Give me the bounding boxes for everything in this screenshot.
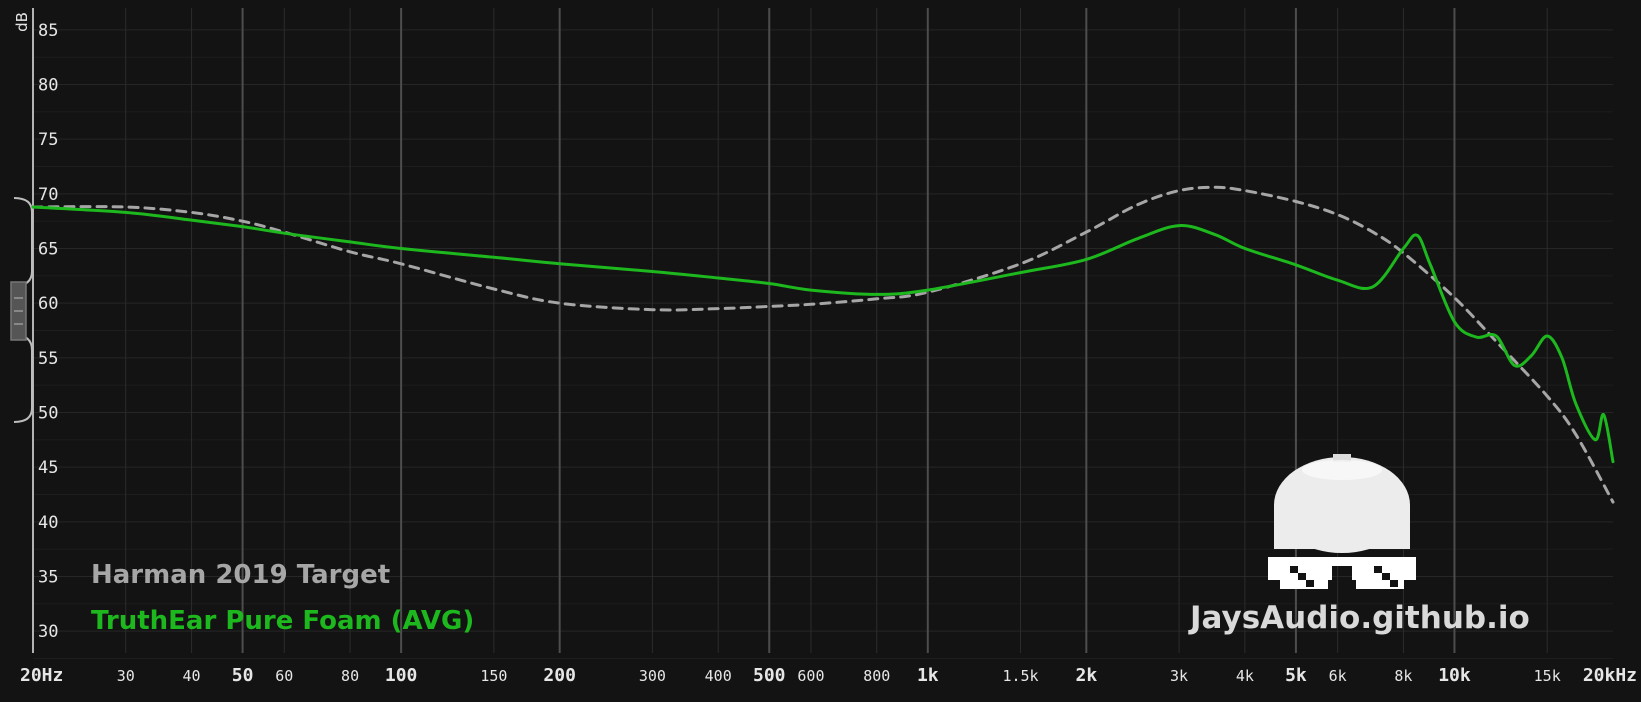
x-tick-label: 80 (341, 667, 359, 685)
x-tick-label: 15k (1534, 667, 1561, 685)
x-tick-label: 150 (480, 667, 507, 685)
x-tick-label: 100 (385, 665, 418, 686)
x-tick-label: 2k (1075, 665, 1097, 686)
cap-and-pixel-sunglasses-icon (1268, 454, 1416, 589)
x-tick-label: 1k (917, 665, 939, 686)
frequency-response-chart: 20Hz 30 40 50 60 80 100 150 200 300 400 500 600 800 1k… (10, 8, 1637, 686)
curves (31, 185, 1615, 504)
y-tick-label: 75 (38, 130, 58, 150)
x-tick-label: 8k (1394, 667, 1412, 685)
x-tick-label: 600 (797, 667, 824, 685)
x-tick-label: 800 (863, 667, 890, 685)
y-tick-label: 60 (38, 294, 58, 314)
y-tick-label: 65 (38, 240, 58, 260)
x-tick-label: 500 (753, 665, 786, 686)
x-tick-label: 60 (275, 667, 293, 685)
y-tick-label: 45 (38, 458, 58, 478)
x-tick-label: 40 (183, 667, 201, 685)
y-tick-label: 85 (38, 21, 58, 41)
x-tick-label: 300 (639, 667, 666, 685)
x-tick-label: 20Hz (20, 665, 63, 686)
y-tick-label: 80 (38, 76, 58, 96)
x-tick-label: 400 (705, 667, 732, 685)
scale-handle[interactable] (10, 197, 33, 423)
x-tick-label: 4k (1236, 667, 1254, 685)
legend-entry-target[interactable]: Harman 2019 Target (91, 560, 390, 590)
y-tick-label: 55 (38, 349, 58, 369)
y-tick-label: 30 (38, 622, 58, 642)
x-tick-label: 30 (117, 667, 135, 685)
y-tick-label: 70 (38, 185, 58, 205)
y-tick-label: 50 (38, 403, 58, 423)
watermark-logo (1268, 454, 1416, 589)
measurement-curve (31, 205, 1615, 464)
legend-entry-iem[interactable]: TruthEar Pure Foam (AVG) (91, 606, 474, 636)
y-tick-label: 35 (38, 567, 58, 587)
y-axis-label: dB (13, 12, 31, 32)
x-tick-label: 10k (1438, 665, 1471, 686)
watermark-text: JaysAudio.github.io (1190, 600, 1530, 636)
x-tick-label: 5k (1285, 665, 1307, 686)
x-tick-label: 200 (543, 665, 576, 686)
x-tick-label: 3k (1170, 667, 1188, 685)
target-curve (31, 185, 1615, 504)
x-tick-label: 20kHz (1583, 665, 1637, 686)
x-tick-label: 50 (232, 665, 254, 686)
y-tick-label: 40 (38, 513, 58, 533)
x-tick-label: 1.5k (1002, 667, 1038, 685)
x-tick-label: 6k (1329, 667, 1347, 685)
